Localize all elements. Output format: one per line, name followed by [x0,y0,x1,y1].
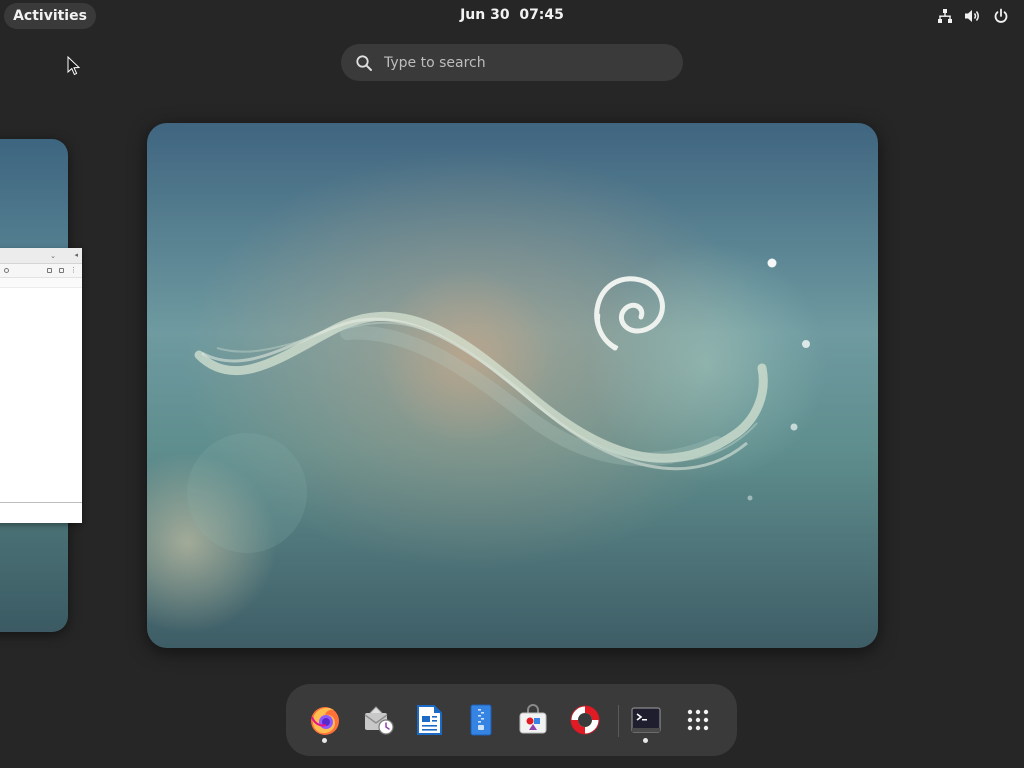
wallpaper [147,123,878,648]
lifebuoy-icon [570,705,600,735]
search-input[interactable] [384,54,644,71]
dock-software[interactable] [515,702,551,738]
software-bag-icon [519,704,547,734]
network-icon[interactable] [936,7,954,25]
search-entry[interactable] [341,44,683,81]
clock-time: 07:45 [519,7,564,23]
mouse-cursor-icon [67,56,81,76]
window-preview[interactable]: ⌄ ◂ ⋮ [0,248,82,523]
dash [286,684,737,756]
mail-clock-icon [364,706,394,735]
volume-icon[interactable] [964,7,982,25]
workspace-thumbnail-2[interactable] [147,123,878,648]
writer-document-icon [417,705,442,735]
dock-help[interactable] [567,702,603,738]
show-apps-button[interactable] [680,702,716,738]
top-bar: Activities Jun 30 07:45 [0,0,1024,32]
system-tray[interactable] [936,7,1010,25]
dock-files[interactable] [463,702,499,738]
dock-separator [618,705,619,737]
search-icon [356,54,372,71]
app-grid-icon [687,709,709,731]
dock-terminal[interactable] [628,702,664,738]
archive-icon [470,704,492,736]
dock-evolution[interactable] [360,702,396,738]
terminal-icon [631,707,661,733]
clock[interactable]: Jun 30 07:45 [0,7,1024,23]
clock-date: Jun 30 [460,7,510,23]
firefox-icon [311,707,339,735]
dock-firefox[interactable] [307,702,343,738]
dock-writer[interactable] [411,702,447,738]
firefox-running-indicator [322,738,327,743]
terminal-running-indicator [643,738,648,743]
power-icon[interactable] [992,7,1010,25]
